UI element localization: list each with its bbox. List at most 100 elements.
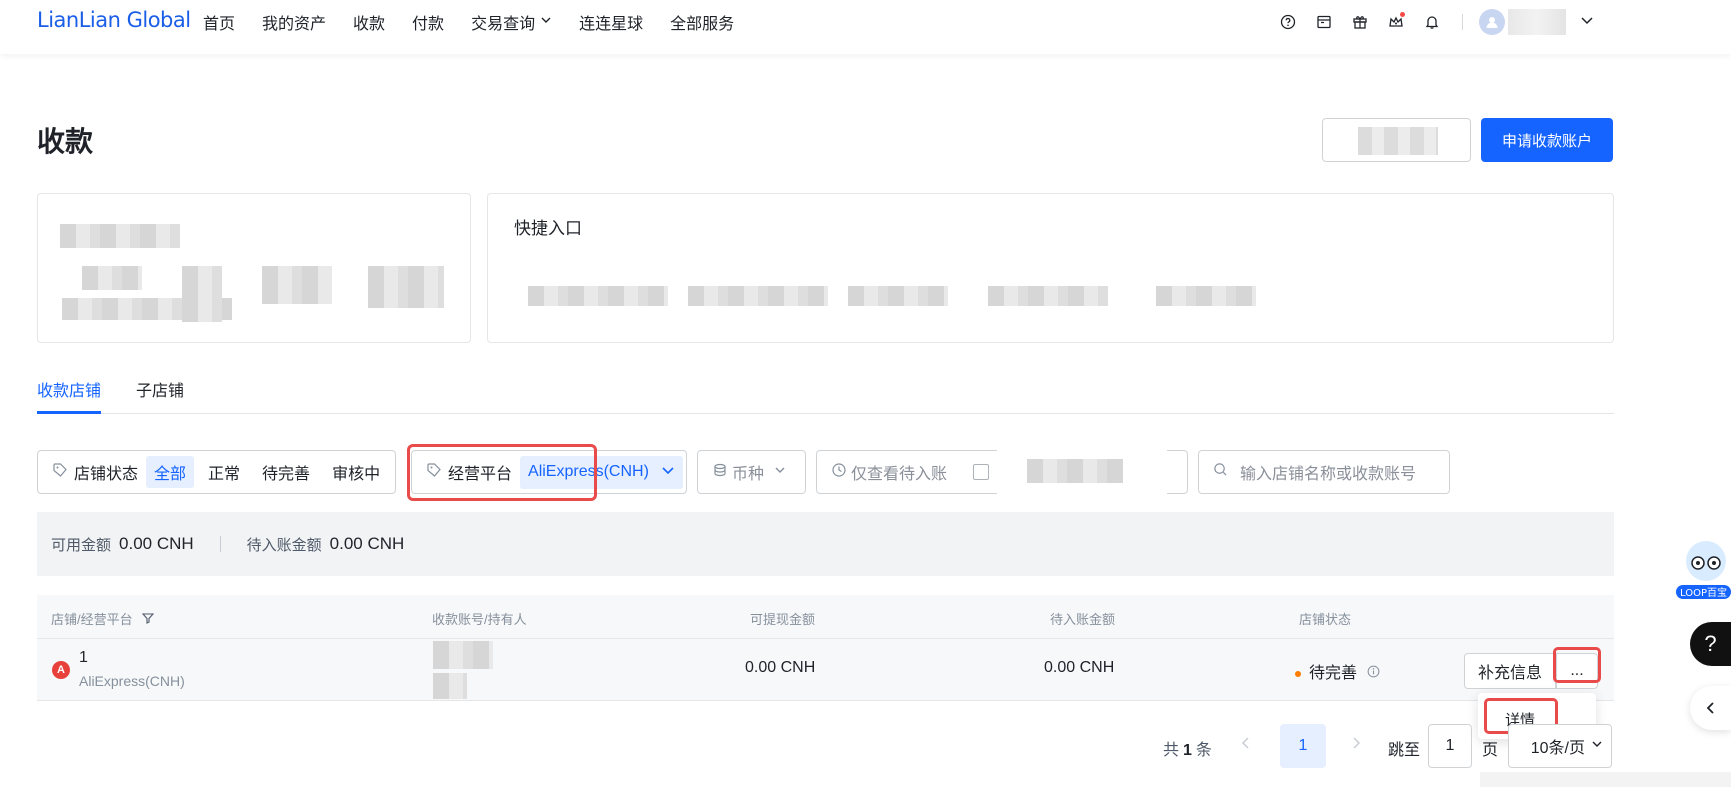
logo[interactable]: LianLian Global (37, 8, 191, 32)
status-option-all[interactable]: 全部 (146, 456, 195, 488)
redacted-account (425, 639, 503, 701)
jump-page-input[interactable]: 1 (1428, 724, 1472, 768)
shop-name: 1 (79, 649, 88, 666)
top-header: LianLian Global 首页 我的资产 收款 付款 交易查询 连连星球 … (0, 0, 1731, 54)
loop-label: LOOP百宝 (1680, 586, 1727, 599)
quick-entry-item[interactable] (988, 286, 1108, 306)
apply-account-button[interactable]: 申请收款账户 (1481, 118, 1613, 162)
available-amount-value: 0.00 CNH (119, 534, 194, 553)
chevron-left-icon[interactable] (1240, 736, 1252, 755)
redacted-content (62, 298, 232, 320)
chevron-down-icon (774, 463, 786, 481)
column-header-withdrawable: 可提现金额 (750, 612, 816, 627)
summary-divider (219, 536, 221, 552)
pending-amount-value: 0.00 CNH (329, 534, 405, 553)
status-option-reviewing[interactable]: 审核中 (324, 456, 388, 488)
nav-all-services[interactable]: 全部服务 (670, 10, 734, 34)
redacted-content (262, 266, 332, 304)
loop-assistant-widget[interactable]: LOOP百宝 (1676, 537, 1731, 603)
info-icon[interactable] (1367, 665, 1380, 682)
clock-icon (831, 462, 847, 483)
nav-assets[interactable]: 我的资产 (262, 10, 326, 34)
crown-icon[interactable] (1386, 12, 1406, 32)
complete-info-button[interactable]: 补充信息 (1464, 653, 1556, 689)
currency-filter-label: 币种 (732, 466, 765, 483)
highlight-box-platform (407, 444, 597, 501)
quick-entry-item[interactable] (688, 286, 828, 306)
pending-only-filter: 仅查看待入账 (816, 437, 1188, 505)
help-float-button[interactable]: ? (1690, 622, 1731, 666)
pagination-total: 共1条 (1163, 742, 1212, 759)
search-icon (1213, 462, 1228, 482)
page-button-current[interactable]: 1 (1280, 724, 1326, 768)
search-field[interactable]: 输入店铺名称或收款账号 (1198, 450, 1450, 494)
shop-status-filter: 店铺状态 全部 正常 待完善 审核中 (37, 450, 396, 494)
shop-platform: AliExpress(CNH) (79, 673, 185, 689)
avatar[interactable] (1479, 9, 1505, 35)
shop-status: 待完善 (1295, 659, 1380, 683)
column-header-account: 收款账号/持有人 (432, 612, 527, 627)
quick-entry-item[interactable] (528, 286, 668, 306)
header-divider (1462, 14, 1463, 30)
filter-icon[interactable] (142, 612, 155, 627)
tab-receiving-shops[interactable]: 收款店铺 (37, 377, 101, 401)
quick-entry-title: 快捷入口 (514, 219, 582, 238)
main-nav: 首页 我的资产 收款 付款 交易查询 连连星球 全部服务 (203, 10, 761, 34)
table-header: 店铺/经营平台 收款账号/持有人 可提现金额 待入账金额 店铺状态 (37, 595, 1614, 639)
column-header-shop: 店铺/经营平台 (51, 609, 155, 628)
chevron-down-icon[interactable] (1580, 13, 1594, 32)
highlight-box-more (1553, 647, 1601, 683)
amount-summary: 可用金额 0.00 CNH 待入账金额 0.00 CNH (37, 512, 1614, 576)
notification-dot (1400, 12, 1405, 17)
quick-entry-card: 快捷入口 (487, 193, 1614, 343)
tab-sub-shops[interactable]: 子店铺 (136, 377, 184, 401)
user-name-redacted[interactable] (1508, 9, 1566, 35)
status-option-normal[interactable]: 正常 (200, 456, 248, 488)
chevron-down-icon (661, 463, 675, 482)
column-header-status: 店铺状态 (1299, 612, 1352, 627)
currency-filter[interactable]: 币种 (697, 450, 806, 494)
redacted-content (997, 437, 1167, 505)
pending-amount-label: 待入账金额 (246, 536, 322, 554)
quick-entry-item[interactable] (1156, 286, 1256, 306)
available-amount-label: 可用金额 (51, 536, 112, 554)
balance-card (37, 193, 471, 343)
bell-icon[interactable] (1422, 12, 1442, 32)
calendar-icon[interactable] (1314, 12, 1334, 32)
quick-entry-item[interactable] (848, 286, 948, 306)
tag-icon (52, 462, 68, 483)
chevron-down-icon (1591, 737, 1603, 755)
gift-icon[interactable] (1350, 12, 1370, 32)
redacted-content (368, 266, 444, 308)
status-option-incomplete[interactable]: 待完善 (254, 456, 318, 488)
page-size-select[interactable]: 10条/页 (1508, 724, 1612, 768)
search-input[interactable]: 输入店铺名称或收款账号 (1240, 460, 1416, 484)
chevron-left-icon[interactable] (1690, 686, 1731, 730)
aliexpress-badge-icon: A (52, 661, 70, 679)
withdrawable-amount: 0.00 CNH (745, 659, 816, 676)
status-filter-label: 店铺状态 (74, 466, 139, 483)
redacted-button[interactable] (1322, 118, 1471, 162)
nav-transactions[interactable]: 交易查询 (471, 10, 552, 34)
page-title: 收款 (37, 126, 94, 157)
tab-active-indicator (37, 411, 101, 414)
redacted-content (60, 224, 180, 248)
chevron-right-icon[interactable] (1350, 736, 1362, 755)
table-row: A 1 AliExpress(CNH) 0.00 CNH 0.00 CNH 待完… (37, 639, 1614, 701)
chevron-down-icon (540, 13, 552, 31)
pending-only-checkbox[interactable] (973, 464, 990, 480)
nav-home[interactable]: 首页 (203, 10, 235, 34)
help-icon[interactable] (1278, 12, 1298, 32)
nav-planet[interactable]: 连连星球 (579, 10, 643, 34)
nav-receive[interactable]: 收款 (353, 10, 385, 34)
page-suffix: 页 (1482, 742, 1499, 759)
coin-icon (712, 462, 728, 483)
header-actions (1278, 9, 1594, 35)
pending-amount: 0.00 CNH (1044, 659, 1115, 676)
jump-label: 跳至 (1388, 742, 1421, 759)
redacted-content (82, 266, 142, 290)
bottom-toolbar-partial (1480, 772, 1731, 787)
column-header-pending: 待入账金额 (1050, 612, 1116, 627)
pending-filter-label: 仅查看待入账 (851, 466, 948, 483)
nav-pay[interactable]: 付款 (412, 10, 444, 34)
